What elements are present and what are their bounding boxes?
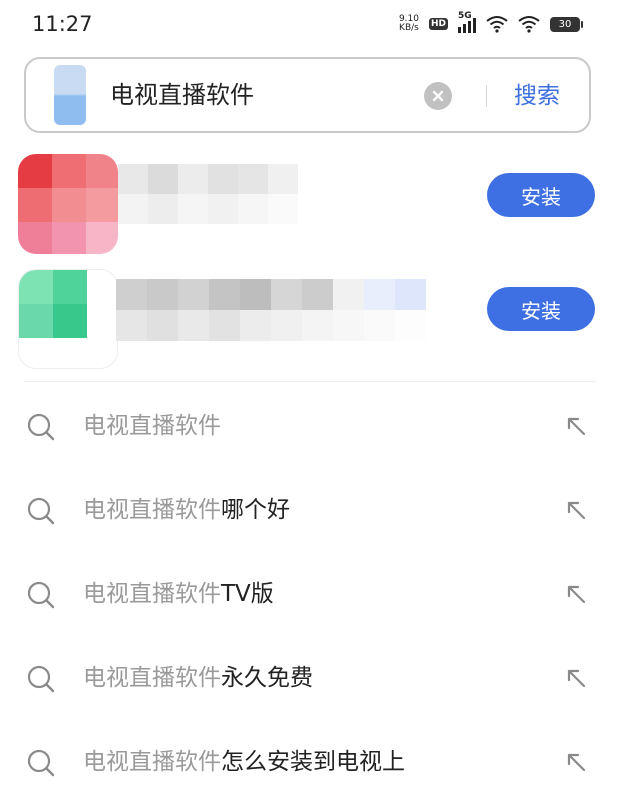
search-icon	[27, 749, 55, 777]
arrow-up-left-icon[interactable]	[565, 583, 587, 605]
clear-icon[interactable]	[424, 82, 452, 110]
app-name-blurred	[118, 164, 298, 224]
signal-bar	[473, 18, 476, 33]
suggestion-item[interactable]: 电视直播软件哪个好	[0, 468, 620, 552]
install-button[interactable]: 安装	[487, 287, 595, 331]
arrow-up-left-icon[interactable]	[565, 415, 587, 437]
suggestion-text: 电视直播软件	[83, 408, 221, 444]
suggestion-text: 电视直播软件怎么安装到电视上	[83, 744, 405, 780]
suggestion-text: 电视直播软件永久免费	[83, 660, 313, 696]
suggestion-prefix: 电视直播软件	[83, 665, 221, 691]
suggestion-text: 电视直播软件哪个好	[83, 492, 290, 528]
suggestion-item[interactable]: 电视直播软件	[0, 384, 620, 468]
arrow-up-left-icon[interactable]	[565, 667, 587, 689]
net-speed-unit: KB/s	[399, 23, 419, 33]
status-time: 11:27	[32, 12, 93, 36]
suggestion-suffix: 哪个好	[221, 497, 290, 523]
app-icon[interactable]	[18, 154, 118, 254]
net-speed: 9.10 KB/s	[399, 15, 419, 33]
suggestion-item[interactable]: 电视直播软件TV版	[0, 552, 620, 636]
arrow-up-left-icon[interactable]	[565, 751, 587, 773]
suggestion-text: 电视直播软件TV版	[83, 576, 274, 612]
section-divider	[24, 381, 596, 382]
app-name-blurred	[116, 279, 426, 341]
search-divider	[486, 85, 487, 107]
cellular-signal-icon: 5G	[458, 11, 476, 33]
search-icon	[27, 581, 55, 609]
signal-bar	[468, 21, 471, 33]
suggestion-suffix: 永久免费	[221, 665, 313, 691]
suggestion-prefix: 电视直播软件	[83, 413, 221, 439]
battery-icon: 30	[550, 16, 583, 32]
arrow-up-left-icon[interactable]	[565, 499, 587, 521]
app-icon[interactable]	[18, 269, 118, 369]
app-icon-mosaic	[18, 154, 118, 254]
suggestion-prefix: 电视直播软件	[83, 497, 221, 523]
wifi-icon	[518, 16, 540, 33]
network-type-label: 5G	[458, 11, 472, 21]
hd-badge: HD	[428, 18, 448, 30]
suggestion-prefix: 电视直播软件	[83, 581, 221, 607]
install-button[interactable]: 安装	[487, 173, 595, 217]
status-bar: 11:27 9.10 KB/s HD 5G 30	[0, 0, 620, 48]
search-button[interactable]: 搜索	[514, 79, 560, 113]
search-input[interactable]: 电视直播软件	[110, 75, 420, 115]
app-result[interactable]: 安装	[0, 265, 620, 375]
suggestion-item[interactable]: 电视直播软件永久免费	[0, 636, 620, 720]
search-app-thumbnail	[54, 65, 86, 125]
suggestion-suffix: TV版	[221, 581, 274, 607]
suggestion-suffix: 怎么安装到电视上	[221, 749, 405, 775]
app-result[interactable]: 安装	[0, 150, 620, 260]
search-box[interactable]: 电视直播软件 搜索	[24, 57, 591, 133]
wifi-icon	[486, 16, 508, 33]
app-icon-mosaic	[19, 270, 87, 338]
suggestion-prefix: 电视直播软件	[83, 749, 221, 775]
search-icon	[27, 497, 55, 525]
signal-bar	[458, 27, 461, 33]
search-icon	[27, 665, 55, 693]
status-icons: 9.10 KB/s HD 5G 30	[399, 11, 583, 36]
signal-bar	[463, 24, 466, 33]
search-icon	[27, 413, 55, 441]
suggestion-item[interactable]: 电视直播软件怎么安装到电视上	[0, 720, 620, 804]
